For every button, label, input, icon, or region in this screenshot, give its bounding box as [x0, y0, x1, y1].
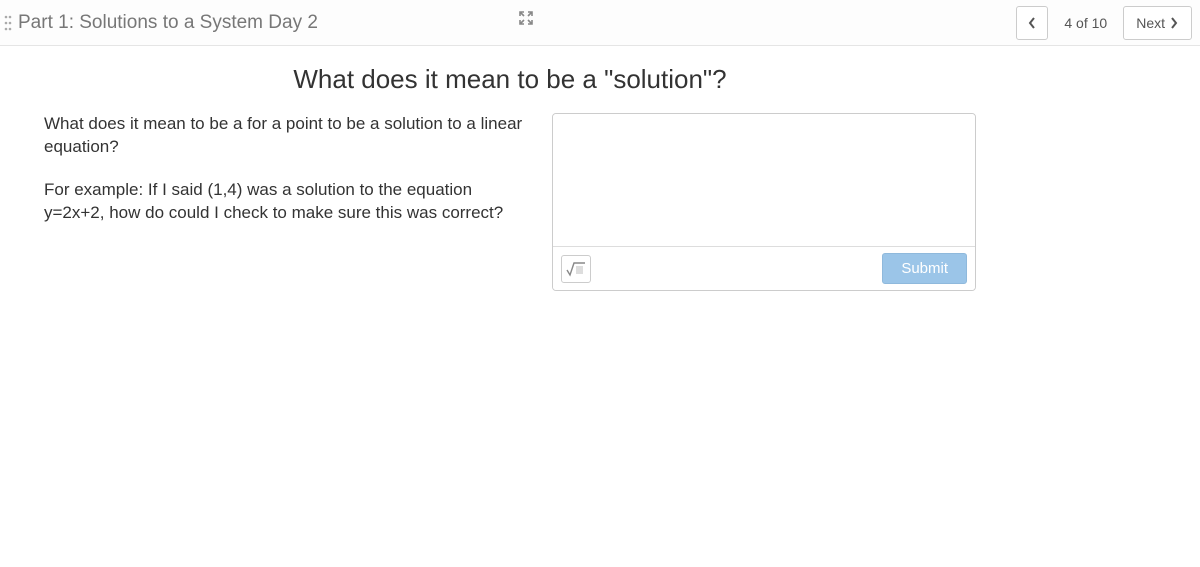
submit-button[interactable]: Submit — [882, 253, 967, 284]
drag-handle-icon[interactable] — [4, 14, 12, 32]
answer-footer: Submit — [553, 246, 975, 290]
content-area: What does it mean to be a "solution"? Wh… — [0, 46, 1020, 309]
prompt-paragraph-2: For example: If I said (1,4) was a solut… — [44, 179, 524, 225]
header-nav: 4 of 10 Next — [1016, 6, 1192, 40]
math-input-button[interactable] — [561, 255, 591, 283]
prompt-paragraph-1: What does it mean to be a for a point to… — [44, 113, 524, 159]
chevron-left-icon — [1027, 16, 1037, 30]
answer-box: Submit — [552, 113, 976, 291]
question-heading: What does it mean to be a "solution"? — [44, 64, 976, 95]
sqrt-icon — [566, 261, 586, 277]
header-bar: Part 1: Solutions to a System Day 2 4 of… — [0, 0, 1200, 46]
answer-input[interactable] — [553, 114, 975, 246]
prev-button[interactable] — [1016, 6, 1048, 40]
question-prompt: What does it mean to be a for a point to… — [44, 113, 524, 245]
next-button[interactable]: Next — [1123, 6, 1192, 40]
fullscreen-icon[interactable] — [518, 10, 534, 26]
chevron-right-icon — [1169, 16, 1179, 30]
assignment-title: Part 1: Solutions to a System Day 2 — [18, 12, 318, 34]
page-indicator: 4 of 10 — [1054, 6, 1117, 40]
next-label: Next — [1136, 15, 1165, 31]
header-left: Part 1: Solutions to a System Day 2 — [0, 12, 318, 34]
question-columns: What does it mean to be a for a point to… — [44, 113, 976, 291]
